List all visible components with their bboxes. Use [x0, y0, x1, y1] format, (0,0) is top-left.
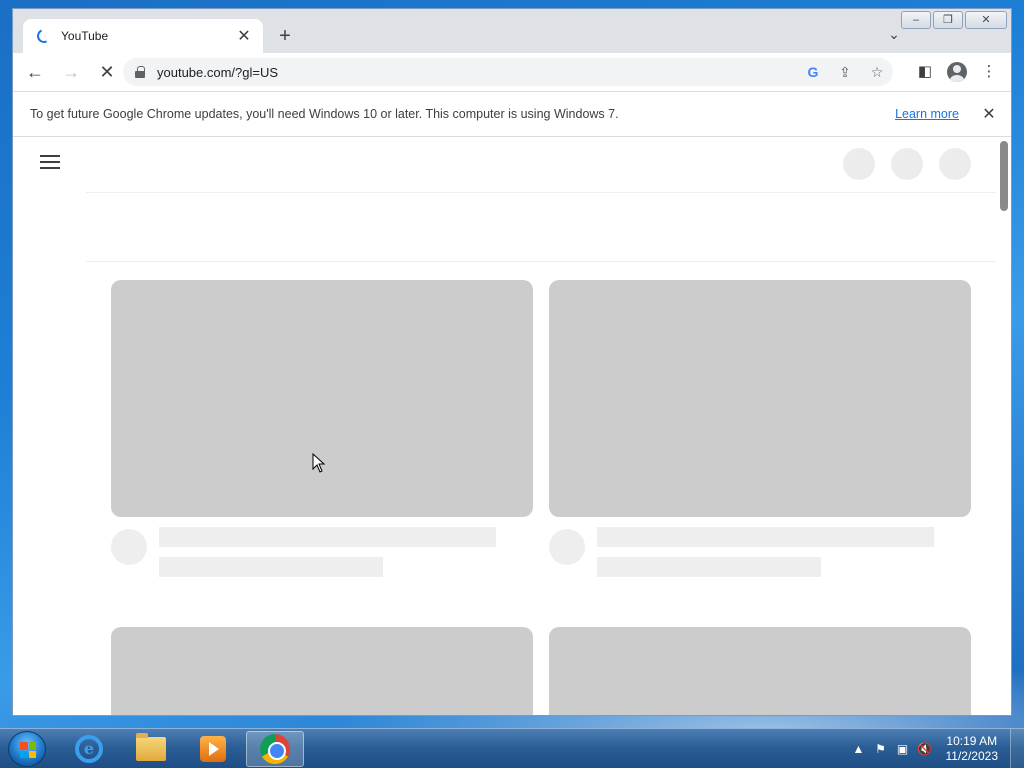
- side-panel-icon[interactable]: ◧: [909, 58, 941, 86]
- channel-avatar-skeleton: [111, 529, 147, 565]
- taskbar-clock[interactable]: 10:19 AM 11/2/2023: [946, 734, 999, 764]
- url-text[interactable]: youtube.com/?gl=US: [157, 65, 797, 80]
- chips-divider: [86, 261, 996, 262]
- channel-avatar-skeleton: [549, 529, 585, 565]
- tab-close-icon[interactable]: ✕: [235, 26, 253, 46]
- bookmark-star-icon[interactable]: ☆: [861, 58, 893, 86]
- subtitle-line-skeleton: [159, 557, 383, 577]
- infobar-close-icon[interactable]: ✕: [977, 104, 1001, 124]
- subtitle-line-skeleton: [597, 557, 821, 577]
- video-thumbnail-skeleton[interactable]: [549, 627, 971, 715]
- folder-icon: [136, 733, 166, 761]
- taskbar-chrome[interactable]: [246, 731, 304, 767]
- windows-flag-icon: [20, 742, 36, 758]
- loading-spinner-icon: [35, 27, 53, 45]
- show-desktop-button[interactable]: [1010, 729, 1024, 768]
- address-bar[interactable]: youtube.com/?gl=US G ⇪ ☆: [123, 58, 893, 86]
- back-arrow-icon[interactable]: ←: [21, 58, 49, 86]
- toolbar-right: ◧ ⋮: [909, 58, 1005, 86]
- title-line-skeleton: [597, 527, 934, 547]
- tab-title: YouTube: [61, 29, 109, 43]
- chrome-window: YouTube ✕ + ⌄ – ❐ ✕ ← → ✕ youtube.com/?g…: [12, 8, 1012, 716]
- header-placeholder-circle: [843, 148, 875, 180]
- internet-explorer-icon: e: [75, 735, 103, 763]
- media-player-icon: [200, 736, 226, 762]
- profile-avatar-icon[interactable]: [947, 62, 967, 82]
- more-menu-icon[interactable]: ⋮: [973, 58, 1005, 86]
- title-line-skeleton: [159, 527, 496, 547]
- clock-time: 10:19 AM: [946, 734, 998, 748]
- system-tray: ▲ ⚑ ▣ 🔇 10:19 AM 11/2/2023: [848, 729, 1024, 768]
- restore-button[interactable]: ❐: [933, 11, 963, 29]
- forward-arrow-icon[interactable]: →: [57, 58, 85, 86]
- page-viewport: [13, 137, 1011, 715]
- chrome-icon: [260, 734, 290, 764]
- lock-icon[interactable]: [135, 66, 145, 78]
- page-scrollbar[interactable]: [1000, 141, 1008, 211]
- action-center-flag-icon[interactable]: ⚑: [870, 742, 892, 756]
- taskbar-file-explorer[interactable]: [122, 731, 180, 767]
- menu-hamburger-icon[interactable]: [40, 155, 60, 169]
- tab-strip: YouTube ✕ + ⌄ – ❐ ✕: [13, 9, 1011, 53]
- minimize-button[interactable]: –: [901, 11, 931, 29]
- header-placeholder-circle: [891, 148, 923, 180]
- header-placeholder-circle: [939, 148, 971, 180]
- tab-youtube[interactable]: YouTube ✕: [23, 19, 263, 53]
- tray-expand-arrow-icon[interactable]: ▲: [848, 742, 870, 756]
- clock-date: 11/2/2023: [945, 749, 999, 763]
- new-tab-button[interactable]: +: [273, 25, 297, 49]
- start-button[interactable]: [8, 731, 46, 767]
- taskbar-media-player[interactable]: [184, 731, 242, 767]
- windows-taskbar: e ▲ ⚑ ▣ 🔇 10:19 AM 11/2/2023: [0, 728, 1024, 768]
- window-controls: – ❐ ✕: [901, 11, 1007, 29]
- taskbar-internet-explorer[interactable]: e: [60, 731, 118, 767]
- close-window-button[interactable]: ✕: [965, 11, 1007, 29]
- infobar-message: To get future Google Chrome updates, you…: [30, 107, 619, 121]
- video-thumbnail-skeleton[interactable]: [111, 627, 533, 715]
- header-divider: [86, 192, 996, 193]
- google-lens-icon[interactable]: G: [797, 58, 829, 86]
- share-icon[interactable]: ⇪: [829, 58, 861, 86]
- browser-toolbar: ← → ✕ youtube.com/?gl=US G ⇪ ☆ ◧ ⋮: [13, 53, 1011, 91]
- stop-loading-icon[interactable]: ✕: [93, 58, 121, 86]
- volume-muted-icon[interactable]: 🔇: [914, 742, 936, 756]
- learn-more-link[interactable]: Learn more: [895, 107, 959, 121]
- video-thumbnail-skeleton[interactable]: [549, 280, 971, 517]
- video-thumbnail-skeleton[interactable]: [111, 280, 533, 517]
- mouse-cursor-icon: [312, 453, 326, 473]
- tab-search-chevron-icon[interactable]: ⌄: [883, 26, 905, 48]
- update-infobar: To get future Google Chrome updates, you…: [13, 91, 1011, 137]
- network-icon[interactable]: ▣: [892, 742, 914, 756]
